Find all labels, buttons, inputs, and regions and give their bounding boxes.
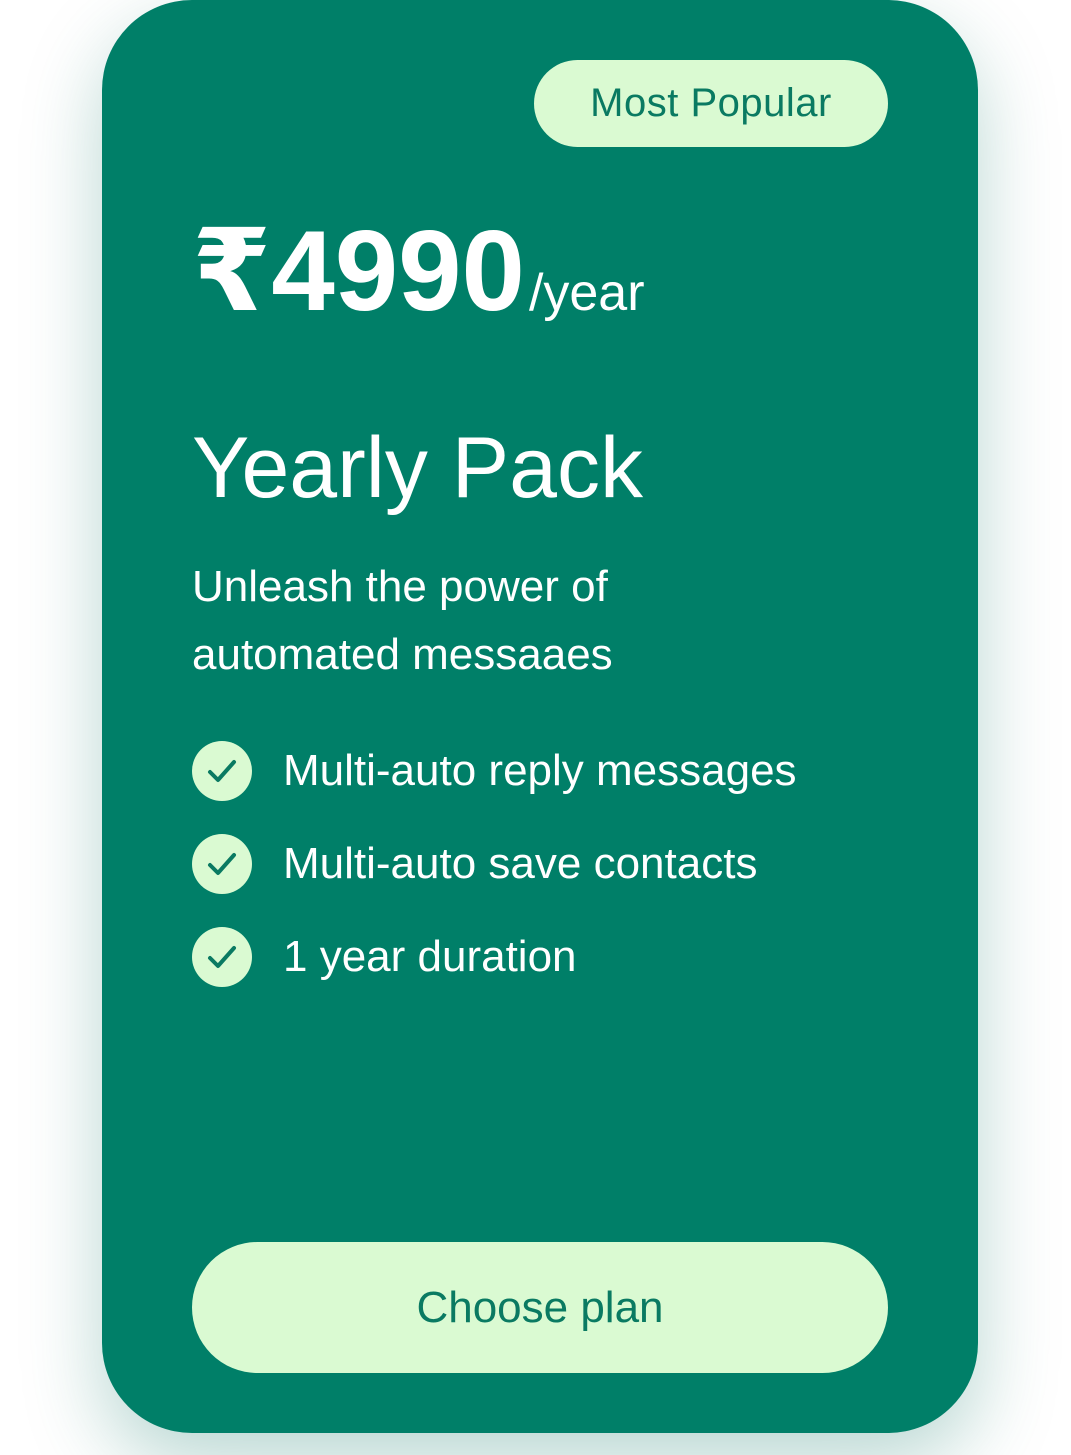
price: ₹4990 /year xyxy=(192,215,645,329)
feature-item: Multi-auto reply messages xyxy=(192,740,797,802)
plan-name: Yearly Pack xyxy=(192,420,643,516)
check-circle-icon xyxy=(192,741,252,801)
price-amount: ₹4990 xyxy=(192,208,525,335)
pricing-card: Most Popular ₹4990 /year Yearly Pack Unl… xyxy=(102,0,978,1433)
feature-label: Multi-auto save contacts xyxy=(283,839,758,888)
price-period: /year xyxy=(528,264,645,322)
check-circle-icon xyxy=(192,834,252,894)
feature-list: Multi-auto reply messages Multi-auto sav… xyxy=(192,740,797,1019)
feature-label: 1 year duration xyxy=(283,932,577,981)
check-circle-icon xyxy=(192,927,252,987)
choose-plan-button[interactable]: Choose plan xyxy=(192,1242,888,1373)
feature-item: 1 year duration xyxy=(192,926,797,988)
feature-label: Multi-auto reply messages xyxy=(283,746,797,795)
plan-tagline: Unleash the power of automated messaaes xyxy=(192,562,613,679)
feature-item: Multi-auto save contacts xyxy=(192,833,797,895)
most-popular-badge: Most Popular xyxy=(534,60,888,147)
